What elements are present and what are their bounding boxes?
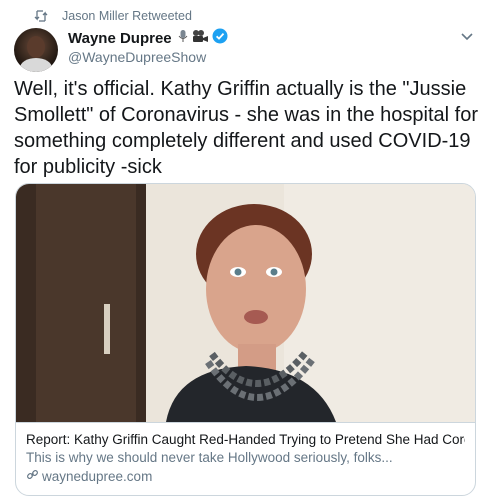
card-domain[interactable]: waynedupree.com (42, 469, 152, 484)
link-card[interactable]: Report: Kathy Griffin Caught Red-Handed … (15, 183, 476, 496)
author-handle[interactable]: @WayneDupreeShow (68, 49, 228, 65)
avatar-shirt (20, 58, 52, 72)
card-title[interactable]: Report: Kathy Griffin Caught Red-Handed … (26, 432, 465, 447)
avatar-face (27, 36, 45, 58)
chevron-down-icon[interactable] (459, 28, 475, 44)
microphone-icon (177, 29, 189, 48)
author-name[interactable]: Wayne Dupree (68, 30, 172, 47)
retweet-label: Jason Miller Retweeted (62, 9, 192, 23)
retweet-icon (34, 10, 50, 22)
author-block[interactable]: Wayne Dupree @WayneDupreeShow (68, 28, 228, 65)
author-name-row[interactable]: Wayne Dupree (68, 28, 228, 48)
link-icon (26, 468, 39, 484)
card-meta[interactable]: Report: Kathy Griffin Caught Red-Handed … (16, 422, 475, 495)
avatar[interactable] (14, 28, 58, 72)
retweet-context[interactable]: Jason Miller Retweeted (34, 6, 192, 26)
verified-badge-icon (212, 28, 228, 48)
author-emojis (177, 28, 228, 48)
tweet-text: Well, it's official. Kathy Griffin actua… (14, 78, 478, 178)
card-image[interactable] (16, 184, 475, 422)
card-image-illustration (16, 184, 475, 422)
card-domain-row[interactable]: waynedupree.com (26, 468, 465, 484)
movie-camera-icon (192, 29, 209, 47)
card-description: This is why we should never take Hollywo… (26, 450, 393, 465)
